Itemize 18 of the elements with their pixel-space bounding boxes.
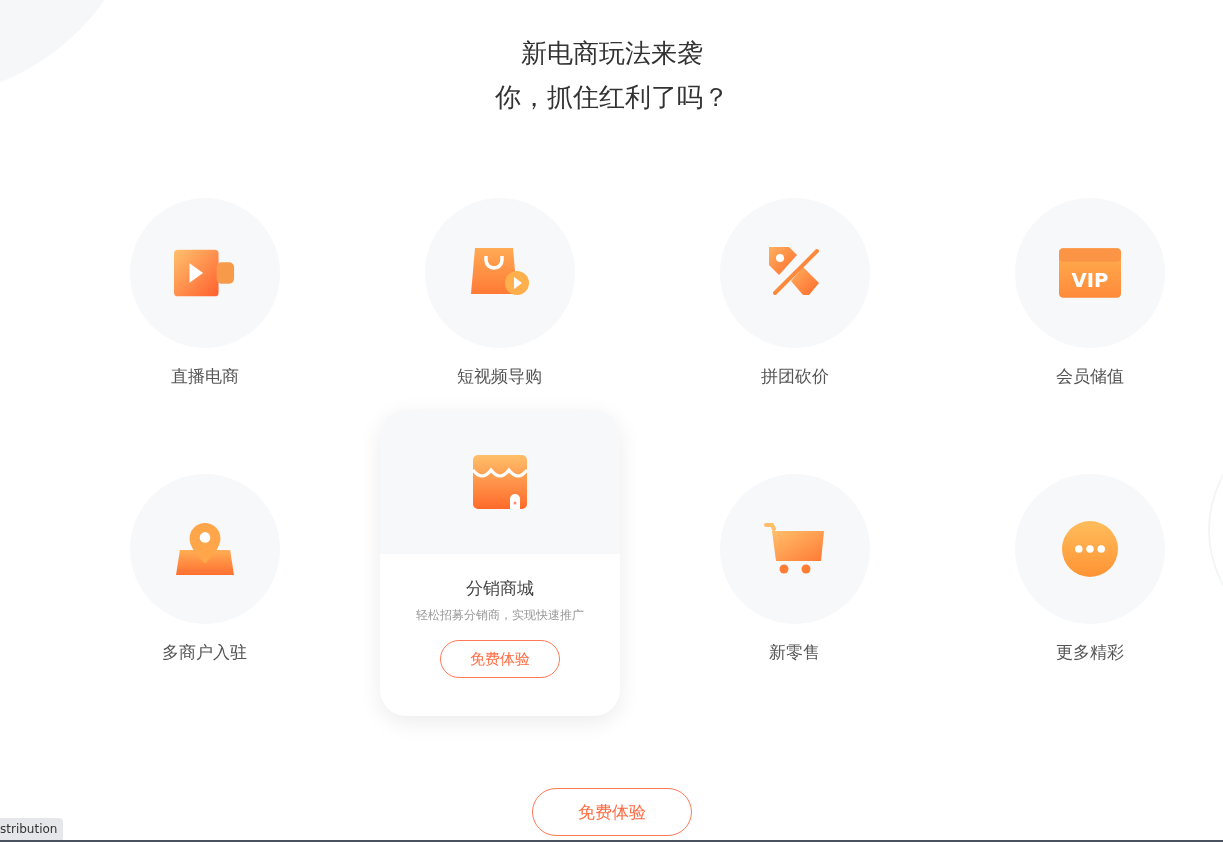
- feature-label: 更多精彩: [1055, 641, 1124, 664]
- feature-label: 会员储值: [1055, 365, 1124, 388]
- feature-label: 新零售: [769, 641, 820, 664]
- vip-card-icon: VIP: [1058, 245, 1121, 301]
- feature-label: 直播电商: [170, 365, 239, 388]
- feature-label: 短视频导购: [457, 365, 542, 388]
- feature-label: 拼团砍价: [760, 365, 829, 388]
- heading: 你，抓住红利了吗？: [494, 81, 729, 114]
- feature-label: 分销商城: [465, 577, 534, 600]
- heading: 新电商玩法来袭: [520, 37, 703, 70]
- status-tooltip: stribution: [0, 818, 64, 840]
- feature-card[interactable]: 分销商城 轻松招募分销商，实现快速推广 免费体验: [379, 410, 620, 716]
- feature-label: 多商户入驻: [162, 641, 247, 664]
- free-trial-button[interactable]: 免费体验: [439, 640, 560, 678]
- icon-circle[interactable]: VIP: [1014, 198, 1165, 348]
- feature-description: 轻松招募分销商，实现快速推广: [415, 607, 584, 624]
- map-pin-icon: [173, 521, 236, 577]
- free-trial-button[interactable]: 免费体验: [531, 788, 692, 836]
